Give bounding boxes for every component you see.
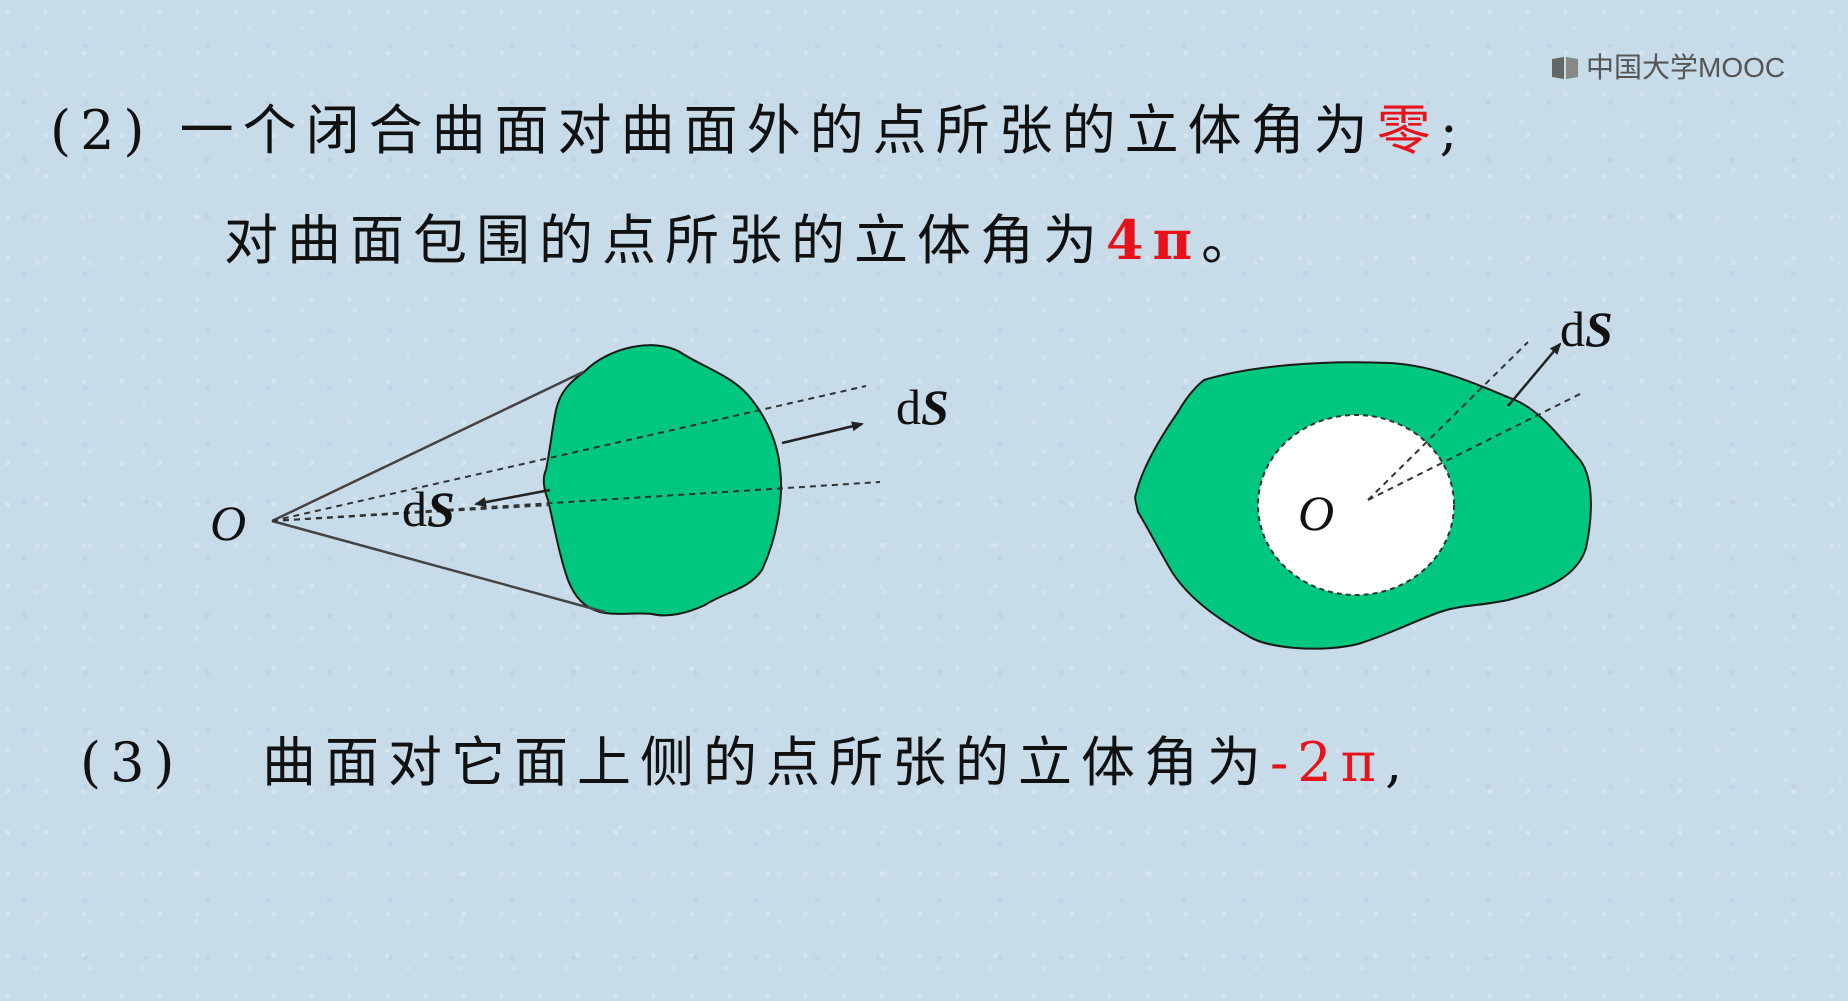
origin-label-right: O [1298,485,1335,541]
left-figure [271,344,881,617]
ds-label-right: dS [1560,301,1613,357]
ds-label-inner: dS [402,481,455,537]
white-hole-around-origin [1257,414,1455,596]
right-figure [1134,341,1592,650]
normal-arrow-outer [781,421,864,445]
ds-label-outer: dS [896,379,949,435]
origin-label-left: O [210,495,247,551]
normal-arrow [1507,342,1562,407]
left-closed-surface [542,344,783,617]
normal-arrow-inner [474,488,551,508]
solid-angle-diagrams [271,341,1592,650]
